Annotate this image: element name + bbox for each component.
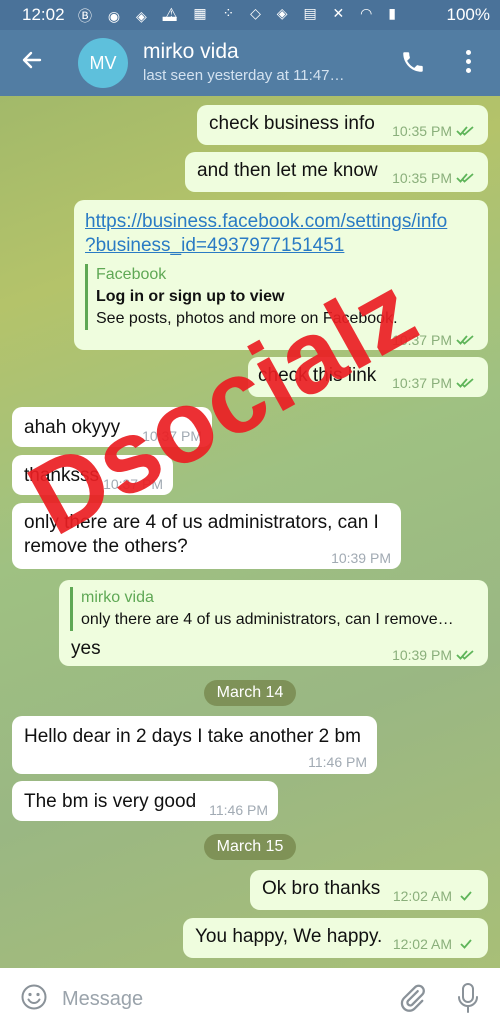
link-message-bubble[interactable]: https://business.facebook.com/settings/i… — [74, 200, 488, 350]
date-separator: March 14 — [204, 680, 296, 706]
check-icon — [460, 891, 472, 901]
message-bubble[interactable]: Ok bro thanks 12:02 AM — [250, 870, 488, 910]
message-input[interactable] — [60, 978, 384, 1020]
contact-name[interactable]: mirko vida — [143, 40, 239, 64]
message-text: Ok bro thanks — [262, 878, 381, 899]
more-options-icon[interactable] — [464, 50, 472, 76]
preview-site-name: Facebook — [96, 266, 167, 283]
quoted-reply[interactable]: mirko vida only there are 4 of us admini… — [70, 587, 454, 631]
battery-level: 100% — [446, 5, 490, 24]
message-time: 11:46 PM — [308, 754, 367, 770]
message-link[interactable]: https://business.facebook.com/settings/i… — [85, 210, 447, 258]
microphone-icon[interactable] — [456, 982, 480, 1014]
message-time: 10:35 PM — [392, 123, 476, 139]
clock: 12:02 — [22, 5, 65, 24]
message-time: 11:46 PM — [209, 802, 268, 818]
message-text: only there are 4 of us administrators, c… — [24, 512, 379, 557]
message-text: You happy, We happy. — [195, 926, 383, 947]
message-text: The bm is very good — [24, 791, 197, 812]
emoji-icon[interactable] — [20, 983, 48, 1011]
message-bubble[interactable]: check this link 10:37 PM — [248, 357, 488, 397]
reply-message-bubble[interactable]: mirko vida only there are 4 of us admini… — [59, 580, 488, 666]
avatar[interactable]: MV — [78, 38, 128, 88]
message-time: 12:02 AM — [393, 936, 476, 952]
message-bubble[interactable]: only there are 4 of us administrators, c… — [12, 503, 401, 569]
message-text: yes — [71, 638, 101, 659]
reply-text: only there are 4 of us administrators, c… — [81, 611, 454, 628]
preview-title: Log in or sign up to view — [96, 288, 285, 305]
message-bubble[interactable]: check business info 10:35 PM — [197, 105, 488, 145]
double-check-icon — [456, 650, 474, 660]
message-time: 10:37 PM — [103, 476, 163, 492]
chat-header: MV mirko vida last seen yesterday at 11:… — [0, 30, 500, 96]
double-check-icon — [456, 126, 474, 136]
message-text: Hello dear in 2 days I take another 2 bm — [24, 726, 361, 747]
message-time: 10:39 PM — [331, 550, 391, 566]
message-time: 10:37 PM — [392, 375, 476, 391]
status-bar: 12:02 Ⓑ ◉ ◈ ▬ ⚠ ▦ ⁘ ◇ ◈ ▤ ✕ ◠ ▮ 100% — [0, 0, 500, 30]
message-text: thanksss — [24, 465, 99, 486]
message-bubble[interactable]: You happy, We happy. 12:02 AM — [183, 918, 488, 958]
reply-author: mirko vida — [81, 589, 154, 606]
message-text: ahah okyyy — [24, 417, 121, 438]
message-time: 10:37 PM — [142, 428, 202, 444]
message-text: check this link — [258, 365, 377, 386]
back-arrow-icon[interactable] — [20, 48, 44, 77]
double-check-icon — [456, 173, 474, 183]
preview-description: See posts, photos and more on Facebook. — [96, 310, 398, 327]
message-bubble[interactable]: ahah okyyy 10:37 PM — [12, 407, 212, 447]
phone-icon[interactable] — [400, 49, 426, 75]
message-bubble[interactable]: Hello dear in 2 days I take another 2 bm… — [12, 716, 377, 774]
double-check-icon — [456, 378, 474, 388]
message-time: 12:02 AM — [393, 888, 476, 904]
message-text: check business info — [209, 113, 375, 134]
message-bubble[interactable]: and then let me know 10:35 PM — [185, 152, 488, 192]
message-text: and then let me know — [197, 160, 378, 181]
message-time: 10:39 PM — [392, 647, 476, 663]
message-composer — [0, 968, 500, 1028]
message-bubble[interactable]: thanksss 10:37 PM — [12, 455, 173, 495]
check-icon — [460, 939, 472, 949]
paperclip-icon[interactable] — [398, 982, 426, 1014]
message-bubble[interactable]: The bm is very good 11:46 PM — [12, 781, 278, 821]
message-time: 10:35 PM — [392, 170, 476, 186]
link-preview[interactable]: Facebook Log in or sign up to view See p… — [85, 264, 398, 330]
system-icons: ⚠ ▦ ⁘ ◇ ◈ ▤ ✕ ◠ ▮ — [164, 5, 402, 21]
date-separator: March 15 — [204, 834, 296, 860]
chat-area[interactable]: check business info 10:35 PM and then le… — [0, 96, 500, 968]
double-check-icon — [456, 335, 474, 345]
message-time: 10:37 PM — [392, 332, 476, 348]
last-seen-status: last seen yesterday at 11:47… — [143, 67, 345, 84]
